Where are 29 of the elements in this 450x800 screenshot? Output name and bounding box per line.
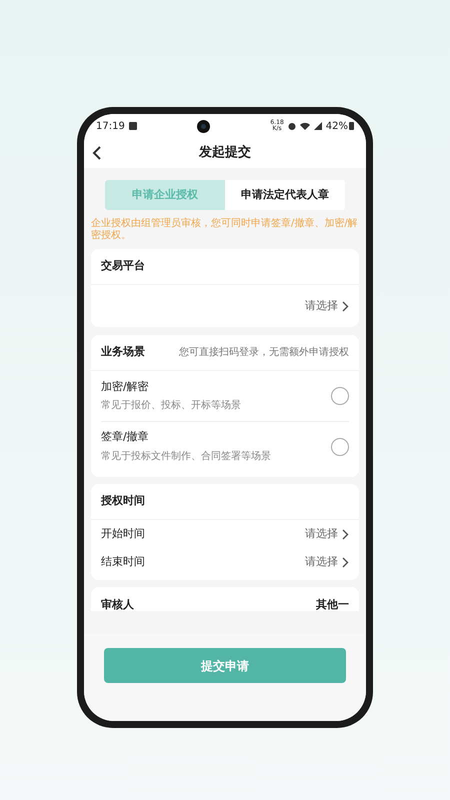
camera-icon [197,120,210,132]
date-select[interactable]: 请选择 [305,554,349,570]
chevron-right-icon [342,528,349,540]
field-label: 开始时间 [101,526,145,542]
option-title: 加密/解密 [101,378,150,395]
option-description: 常见于投标文件制作、合同签署等场景 [101,450,271,464]
chevron-right-icon [342,300,349,312]
date-select[interactable]: 请选择 [305,526,349,542]
page-title: 发起提交 [199,144,251,162]
section-title: 交易平台 [101,258,145,274]
radio-button[interactable] [331,438,349,456]
wifi-icon [300,122,310,130]
battery-icon [349,122,354,130]
field-label: 审核人 [101,598,134,611]
option-title: 签章/撤章 [101,429,150,446]
section-title: 业务场景 [101,344,145,360]
reviewer-value: 其他一 [316,598,349,611]
platform-select[interactable]: 请选择 [91,285,359,327]
option-description: 常见于报价、投标、开标等场景 [101,398,241,414]
signal-icon [314,122,322,130]
radio-button[interactable] [331,387,349,405]
chevron-right-icon [342,556,349,568]
notice-text: 企业授权由组管理员审核，您可同时申请签章/撤章、加密/解密授权。 [91,218,359,242]
section-hint: 您可直接扫码登录，无需额外申请授权 [179,346,349,360]
back-icon[interactable] [92,146,102,160]
section-title: 授权时间 [101,493,145,510]
battery-level: 42% [326,120,348,134]
status-time: 17:19 [96,120,125,134]
field-label: 结束时间 [101,554,145,570]
